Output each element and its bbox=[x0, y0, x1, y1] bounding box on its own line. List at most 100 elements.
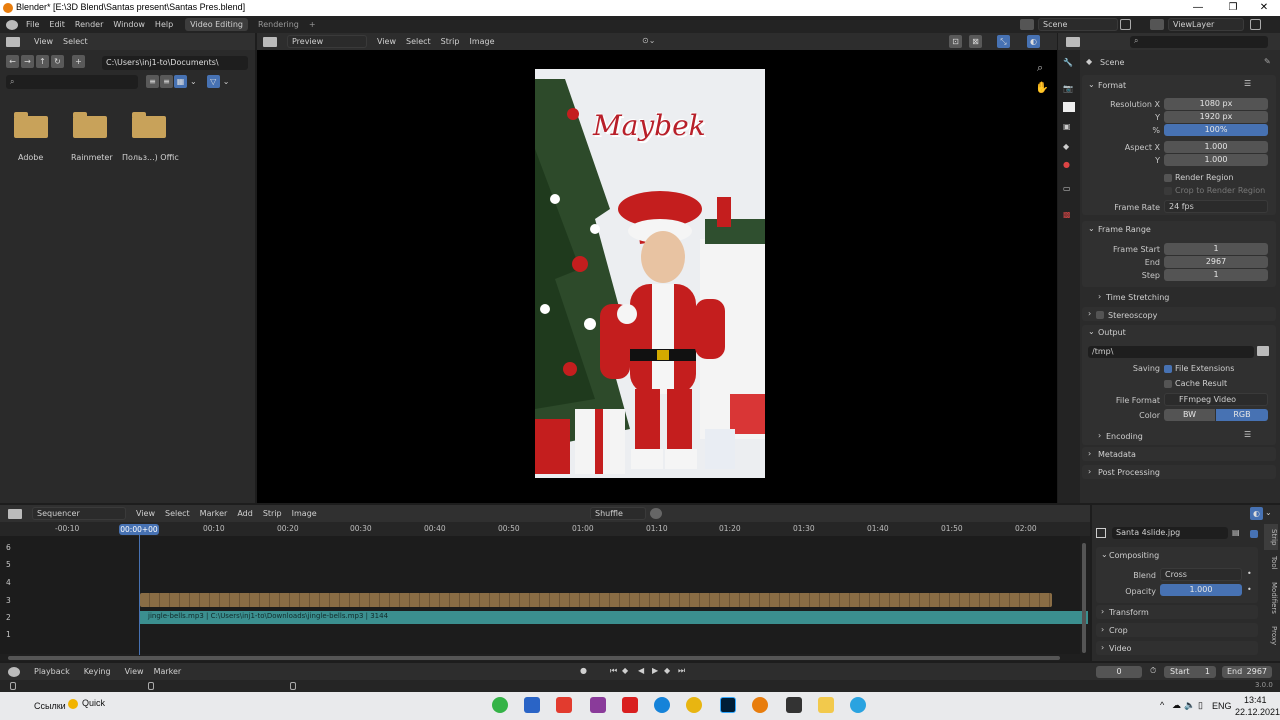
zoom-icon[interactable]: ⌕ bbox=[1037, 61, 1043, 75]
play-reverse-icon[interactable]: ◀ bbox=[638, 666, 644, 675]
encoding-presets-icon[interactable]: ☰ bbox=[1244, 430, 1251, 439]
scene-selector[interactable]: Scene bbox=[1038, 18, 1118, 31]
playhead-marker[interactable]: 00:00+00 bbox=[119, 524, 159, 535]
chrome-icon[interactable] bbox=[686, 697, 702, 713]
fb-view-menu[interactable]: View bbox=[34, 37, 53, 46]
folder-icon[interactable] bbox=[73, 112, 107, 138]
next-keyframe-icon[interactable]: ◆ bbox=[664, 666, 670, 675]
stereoscopy-header[interactable]: Stereoscopy bbox=[1108, 311, 1157, 320]
crop-expand-icon[interactable]: › bbox=[1101, 625, 1104, 634]
compositing-header[interactable]: Compositing bbox=[1109, 551, 1159, 560]
jump-end-icon[interactable]: ⏭ bbox=[678, 666, 685, 676]
editor-type-icon[interactable] bbox=[6, 36, 20, 47]
aspect-x-field[interactable]: 1.000 bbox=[1164, 141, 1268, 153]
overlays-toggle-icon[interactable]: ◐ bbox=[1027, 35, 1040, 48]
output-header[interactable]: Output bbox=[1098, 328, 1126, 337]
minimize-button[interactable]: — bbox=[1180, 0, 1216, 16]
frame-start-field[interactable]: 1 bbox=[1164, 243, 1268, 255]
preview-menu-select[interactable]: Select bbox=[406, 37, 431, 46]
seq-menu-image[interactable]: Image bbox=[292, 509, 317, 518]
render-tab-icon[interactable]: 📷 bbox=[1063, 84, 1073, 93]
folder-icon[interactable] bbox=[132, 112, 166, 138]
frame-range-header[interactable]: Frame Range bbox=[1098, 225, 1151, 234]
overlay-toggle-icon[interactable]: ◐ bbox=[1250, 507, 1263, 520]
start-frame-field[interactable]: Start 1 bbox=[1164, 666, 1216, 678]
parent-dir-icon[interactable]: ↑ bbox=[36, 55, 49, 68]
preview-mode-selector[interactable]: Preview bbox=[287, 35, 367, 48]
path-field[interactable]: C:\Users\inj1-to\Documents\ bbox=[102, 56, 248, 70]
stopwatch-icon[interactable]: ⏱ bbox=[1150, 666, 1156, 676]
workspace-tab-rendering[interactable]: Rendering bbox=[258, 20, 299, 29]
encoding-header[interactable]: Encoding bbox=[1106, 432, 1143, 441]
tool-tab-icon[interactable]: 🔧 bbox=[1063, 58, 1073, 67]
sidebar-tab-modifiers[interactable]: Modifiers bbox=[1264, 578, 1278, 618]
workspace-tab-video-editing[interactable]: Video Editing bbox=[185, 18, 248, 31]
menu-help[interactable]: Help bbox=[155, 20, 173, 29]
color-bw-button[interactable]: BW bbox=[1164, 409, 1215, 421]
world-tab-icon[interactable]: ● bbox=[1063, 160, 1070, 169]
render-region-checkbox[interactable]: Render Region bbox=[1164, 173, 1233, 182]
transform-header[interactable]: Transform bbox=[1109, 608, 1149, 617]
blender-menu-icon[interactable] bbox=[6, 19, 18, 30]
output-expand-icon[interactable]: ⌄ bbox=[1088, 327, 1095, 336]
sequencer-mode-selector[interactable]: Sequencer bbox=[32, 507, 126, 520]
output-tab-icon[interactable] bbox=[1063, 102, 1075, 112]
metadata-expand-icon[interactable]: › bbox=[1088, 449, 1091, 458]
edge-icon[interactable] bbox=[654, 697, 670, 713]
record-icon[interactable]: ● bbox=[580, 666, 587, 675]
time-stretching-expand-icon[interactable]: › bbox=[1098, 292, 1101, 301]
collection-tab-icon[interactable]: ▭ bbox=[1063, 184, 1071, 193]
blend-selector[interactable]: Cross bbox=[1160, 568, 1242, 581]
frame-range-expand-icon[interactable]: ⌄ bbox=[1088, 224, 1095, 233]
archive-app-icon[interactable] bbox=[590, 697, 606, 713]
snap-icon[interactable] bbox=[650, 508, 662, 519]
strip-mute-checkbox[interactable] bbox=[1250, 530, 1258, 538]
playback-menu[interactable]: Playback bbox=[34, 667, 70, 676]
overlay-icon[interactable]: ⊡ bbox=[949, 35, 962, 48]
snap-mode-selector[interactable]: Shuffle bbox=[590, 507, 646, 520]
frame-step-field[interactable]: 1 bbox=[1164, 269, 1268, 281]
view-layer-tab-icon[interactable]: ▣ bbox=[1063, 122, 1071, 131]
prev-keyframe-icon[interactable]: ◆ bbox=[622, 666, 628, 675]
close-button[interactable]: ✕ bbox=[1246, 0, 1280, 16]
resolution-pct-field[interactable]: 100% bbox=[1164, 124, 1268, 136]
links-toolbar[interactable]: Ссылки bbox=[34, 701, 66, 711]
seq-menu-add[interactable]: Add bbox=[237, 509, 253, 518]
opacity-field[interactable]: 1.000 bbox=[1160, 584, 1242, 596]
hand-icon[interactable]: ✋ bbox=[1035, 81, 1049, 94]
thumbnails-icon[interactable]: ▦ bbox=[174, 75, 187, 88]
telegram-icon[interactable] bbox=[850, 697, 866, 713]
end-frame-field[interactable]: End 2967 bbox=[1222, 666, 1272, 678]
seq-menu-marker[interactable]: Marker bbox=[200, 509, 228, 518]
compositing-expand-icon[interactable]: ⌄ bbox=[1101, 550, 1108, 559]
blender-app-icon[interactable] bbox=[752, 697, 768, 713]
audio-strip[interactable]: jingle-bells.mp3 | C:\Users\inj1-to\Down… bbox=[140, 611, 1088, 624]
transform-icon[interactable]: ⤡ bbox=[997, 35, 1010, 48]
color-rgb-button[interactable]: RGB bbox=[1216, 409, 1268, 421]
resolution-x-field[interactable]: 1080 px bbox=[1164, 98, 1268, 110]
properties-search[interactable]: ⌕ bbox=[1130, 35, 1268, 48]
editor-type-icon[interactable] bbox=[8, 508, 22, 519]
aspect-y-field[interactable]: 1.000 bbox=[1164, 154, 1268, 166]
editor-type-icon[interactable] bbox=[8, 666, 20, 677]
gizmo-icon[interactable]: ⊠ bbox=[969, 35, 982, 48]
refresh-icon[interactable]: ↻ bbox=[51, 55, 64, 68]
stereoscopy-expand-icon[interactable]: › bbox=[1088, 309, 1091, 318]
play-icon[interactable]: ▶ bbox=[652, 666, 658, 675]
seq-menu-view[interactable]: View bbox=[136, 509, 155, 518]
resolution-y-field[interactable]: 1920 px bbox=[1164, 111, 1268, 123]
tray-chevron-icon[interactable]: ^ bbox=[1160, 700, 1164, 710]
crop-region-checkbox[interactable]: Crop to Render Region bbox=[1164, 186, 1265, 195]
format-presets-icon[interactable]: ☰ bbox=[1244, 79, 1251, 88]
folder-icon[interactable] bbox=[14, 112, 48, 138]
frame-rate-selector[interactable]: 24 fps bbox=[1164, 200, 1268, 213]
new-scene-icon[interactable] bbox=[1120, 19, 1131, 30]
horizontal-scrollbar[interactable] bbox=[8, 656, 1060, 660]
menu-render[interactable]: Render bbox=[75, 20, 103, 29]
green-app-icon[interactable] bbox=[492, 697, 508, 713]
quick-label[interactable]: Quick bbox=[82, 698, 105, 708]
sidebar-tab-proxy[interactable]: Proxy bbox=[1264, 622, 1278, 650]
new-folder-icon[interactable]: + bbox=[72, 55, 85, 68]
video-expand-icon[interactable]: › bbox=[1101, 643, 1104, 652]
frame-end-field[interactable]: 2967 bbox=[1164, 256, 1268, 268]
